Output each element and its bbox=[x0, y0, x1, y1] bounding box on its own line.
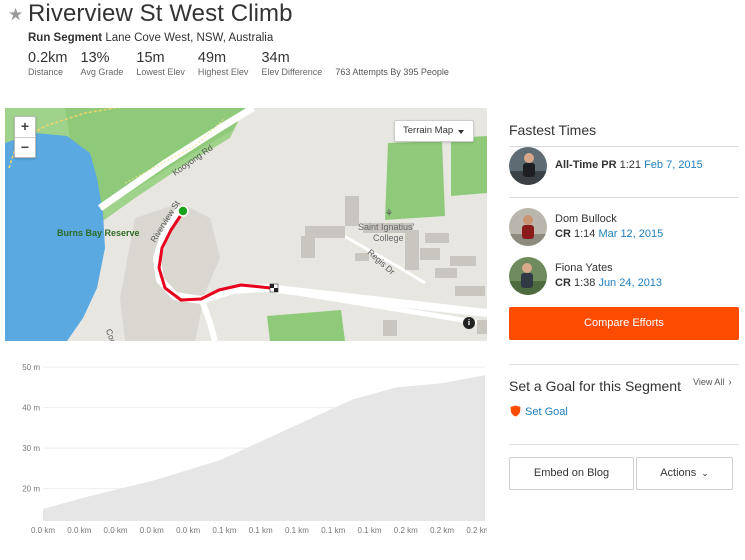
x-tick-label: 0.0 km bbox=[31, 526, 55, 535]
cr-label: CR bbox=[555, 228, 571, 240]
x-tick-label: 0.2 km bbox=[466, 526, 487, 535]
x-tick-label: 0.0 km bbox=[104, 526, 128, 535]
stat-avg-grade: 13% Avg Grade bbox=[81, 50, 124, 78]
pr-date-link[interactable]: Feb 7, 2015 bbox=[644, 159, 703, 171]
avatar[interactable] bbox=[509, 208, 547, 246]
stat-value: 13% bbox=[80, 50, 110, 66]
effort-time: 1:38 bbox=[573, 277, 596, 289]
map-canvas[interactable]: Burns Bay Reserve Kooyong Rd Riverview S… bbox=[5, 108, 487, 341]
stat-label: Distance bbox=[28, 67, 64, 77]
stat-elev-difference: 34m Elev Difference bbox=[261, 50, 322, 78]
zoom-out-button[interactable]: − bbox=[15, 137, 35, 157]
athlete-name[interactable]: Dom Bullock bbox=[555, 213, 617, 225]
x-tick-label: 0.1 km bbox=[358, 526, 382, 535]
elevation-chart: 20 m 30 m 40 m 50 m 0.0 km 0.0 km 0.0 km 0.0 km… bbox=[5, 353, 487, 543]
goal-title: Set a Goal for this Segment bbox=[509, 378, 681, 394]
map-label-reserve: Burns Bay Reserve bbox=[57, 228, 140, 238]
x-tick-label: 0.2 km bbox=[430, 526, 454, 535]
terrain-map-label: Terrain Map bbox=[403, 125, 454, 136]
x-tick-label: 0.2 km bbox=[394, 526, 418, 535]
terrain-map-dropdown[interactable]: Terrain Map bbox=[394, 120, 474, 142]
embed-on-blog-button[interactable]: Embed on Blog bbox=[509, 457, 634, 490]
stat-value: 49m bbox=[197, 50, 227, 66]
stat-label: Avg Grade bbox=[80, 67, 124, 77]
effort-date-link[interactable]: Mar 12, 2015 bbox=[598, 228, 663, 240]
view-all-link[interactable]: View All › bbox=[693, 377, 732, 388]
avatar[interactable] bbox=[509, 147, 547, 185]
cr-label: CR bbox=[555, 277, 571, 289]
segment-type: Run Segment bbox=[28, 32, 103, 44]
view-all-label: View All bbox=[693, 377, 725, 387]
map-zoom-control: + − bbox=[14, 116, 36, 158]
pr-time: 1:21 bbox=[619, 159, 642, 171]
elevation-chart-svg: 20 m 30 m 40 m 50 m 0.0 km 0.0 km 0.0 km 0.0 km… bbox=[22, 355, 487, 535]
y-tick-label: 30 m bbox=[22, 444, 40, 453]
divider bbox=[509, 146, 739, 147]
page-title: Riverview St West Climb bbox=[28, 0, 293, 27]
info-icon[interactable]: i bbox=[463, 317, 475, 329]
avatar[interactable] bbox=[509, 257, 547, 295]
map-label-college-line1: Saint Ignatius' bbox=[358, 222, 415, 232]
x-tick-label: 0.1 km bbox=[321, 526, 345, 535]
zoom-in-button[interactable]: + bbox=[15, 117, 35, 137]
actions-label: Actions bbox=[660, 467, 697, 479]
caret-down-icon bbox=[458, 130, 464, 134]
stat-distance: 0.2km Distance bbox=[28, 50, 68, 78]
stat-label: Lowest Elev bbox=[136, 67, 185, 77]
effort-line: CR 1:38 Jun 24, 2013 bbox=[555, 277, 662, 289]
y-tick-label: 20 m bbox=[22, 485, 40, 494]
chevron-down-icon: ⌄ bbox=[701, 468, 709, 478]
effort-date-link[interactable]: Jun 24, 2013 bbox=[598, 277, 662, 289]
divider bbox=[509, 444, 739, 445]
stat-value: 0.2km bbox=[28, 50, 68, 66]
route-finish-flag-icon bbox=[269, 283, 279, 293]
map-park-area bbox=[385, 141, 445, 220]
stat-label: Highest Elev bbox=[197, 67, 249, 77]
stat-lowest-elev: 15m Lowest Elev bbox=[136, 50, 185, 78]
stat-label: Elev Difference bbox=[261, 67, 323, 77]
set-goal-link[interactable]: Set Goal bbox=[510, 405, 568, 420]
stat-value: 15m bbox=[136, 50, 165, 66]
y-tick-label: 50 m bbox=[22, 363, 40, 372]
map-poi-icon: ⚘ bbox=[385, 209, 393, 219]
x-tick-label: 0.1 km bbox=[212, 526, 236, 535]
favorite-star-icon[interactable]: ★ bbox=[8, 5, 23, 25]
segment-map[interactable]: Burns Bay Reserve Kooyong Rd Riverview S… bbox=[5, 108, 487, 341]
effort-line: CR 1:14 Mar 12, 2015 bbox=[555, 228, 663, 240]
chevron-right-icon: › bbox=[728, 377, 732, 388]
x-tick-label: 0.1 km bbox=[249, 526, 273, 535]
set-goal-label: Set Goal bbox=[525, 406, 568, 418]
attempts-count: 763 Attempts By 395 People bbox=[335, 67, 449, 77]
athlete-name[interactable]: Fiona Yates bbox=[555, 262, 613, 274]
compare-efforts-button[interactable]: Compare Efforts bbox=[509, 307, 739, 340]
stat-highest-elev: 49m Highest Elev bbox=[198, 50, 249, 78]
pr-label: All-Time PR bbox=[555, 159, 617, 171]
map-label-college-line2: College bbox=[373, 233, 404, 243]
x-tick-label: 0.0 km bbox=[67, 526, 91, 535]
stat-value: 34m bbox=[261, 50, 290, 66]
segment-location: Lane Cove West, NSW, Australia bbox=[105, 32, 274, 44]
y-tick-label: 40 m bbox=[22, 404, 40, 413]
actions-dropdown-button[interactable]: Actions ⌄ bbox=[636, 457, 733, 490]
map-park-area bbox=[451, 136, 487, 196]
segment-subtitle: Run Segment Lane Cove West, NSW, Austral… bbox=[28, 32, 273, 44]
divider bbox=[509, 364, 739, 365]
fastest-times-title: Fastest Times bbox=[509, 122, 597, 138]
effort-time: 1:14 bbox=[573, 228, 596, 240]
shield-icon bbox=[510, 405, 521, 420]
x-tick-label: 0.1 km bbox=[285, 526, 309, 535]
x-tick-label: 0.0 km bbox=[176, 526, 200, 535]
segment-stats: 0.2km Distance 13% Avg Grade 15m Lowest … bbox=[28, 50, 449, 78]
divider bbox=[509, 197, 739, 198]
pr-line: All-Time PR 1:21 Feb 7, 2015 bbox=[555, 159, 703, 171]
x-tick-label: 0.0 km bbox=[140, 526, 164, 535]
